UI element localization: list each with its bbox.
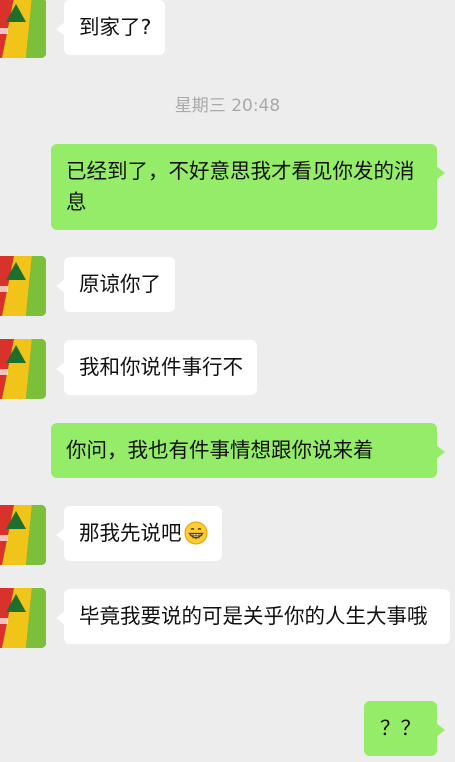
contact-avatar-icon[interactable] — [0, 256, 46, 316]
message-bubble-outgoing[interactable]: 你问，我也有件事情想跟你说来着 — [51, 423, 445, 478]
contact-avatar-icon[interactable] — [0, 588, 46, 648]
message-bubble-incoming[interactable]: 我和你说件事行不 — [56, 340, 257, 395]
message-bubble-incoming[interactable]: 到家了? — [55, 0, 166, 55]
message-bubble-outgoing[interactable]: 已经到了，不好意思我才看见你发的消息 — [51, 144, 445, 230]
message-bubble-incoming[interactable]: 毕竟我要说的可是关乎你的人生大事哦 — [56, 589, 450, 644]
message-bubble-incoming[interactable]: 那我先说吧 — [56, 506, 222, 561]
message-timestamp: 星期三 20:48 — [174, 96, 281, 116]
contact-avatar-icon[interactable] — [0, 0, 46, 58]
chat-window: 到家了? 星期三 20:48 已经到了，不好意思我才看见你发的消息 原谅你了 我… — [0, 0, 455, 762]
grinning-face-emoji — [184, 521, 208, 545]
message-bubble-incoming[interactable]: 原谅你了 — [56, 257, 175, 312]
contact-avatar-icon[interactable] — [0, 505, 46, 565]
contact-avatar-icon[interactable] — [0, 339, 46, 399]
message-text: 那我先说吧 — [79, 521, 182, 545]
message-bubble-outgoing[interactable]: ？？ — [364, 701, 445, 756]
